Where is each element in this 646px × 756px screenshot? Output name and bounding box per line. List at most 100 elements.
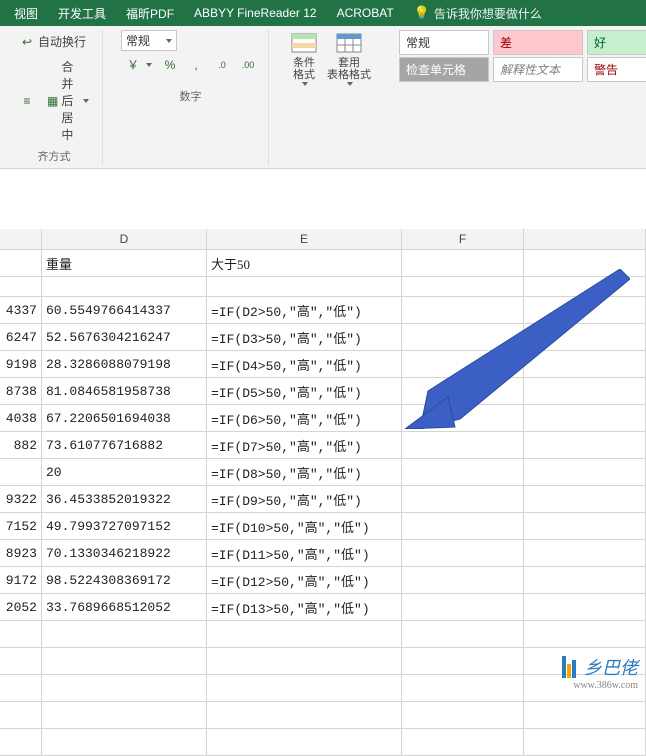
cell[interactable]: 33.7689668512052	[42, 594, 207, 620]
cell[interactable]	[524, 702, 646, 728]
cell[interactable]: 2052	[0, 594, 42, 620]
cell[interactable]	[524, 729, 646, 755]
tab-acrobat[interactable]: ACROBAT	[327, 2, 404, 24]
cell[interactable]	[402, 729, 524, 755]
style-bad[interactable]: 差	[493, 30, 583, 55]
style-explanatory[interactable]: 解释性文本	[493, 57, 583, 82]
spreadsheet[interactable]: D E F 重量大于50433760.5549766414337=IF(D2>5…	[0, 169, 646, 756]
table-row[interactable]: 433760.5549766414337=IF(D2>50,"高","低")	[0, 297, 646, 324]
cell[interactable]	[402, 513, 524, 539]
cell[interactable]	[402, 675, 524, 701]
tab-view[interactable]: 视图	[4, 1, 48, 26]
cell[interactable]	[402, 405, 524, 431]
cell[interactable]	[0, 675, 42, 701]
comma-button[interactable]: ,	[184, 55, 208, 75]
cell[interactable]	[402, 378, 524, 404]
cell[interactable]: =IF(D4>50,"高","低")	[207, 351, 402, 377]
cell[interactable]	[207, 648, 402, 674]
table-row[interactable]	[0, 648, 646, 675]
cell[interactable]	[0, 250, 42, 276]
cell[interactable]	[0, 459, 42, 485]
cell[interactable]: =IF(D12>50,"高","低")	[207, 567, 402, 593]
cell[interactable]: =IF(D3>50,"高","低")	[207, 324, 402, 350]
table-row[interactable]: 88273.610776716882=IF(D7>50,"高","低")	[0, 432, 646, 459]
table-row[interactable]: 403867.2206501694038=IF(D6>50,"高","低")	[0, 405, 646, 432]
cell[interactable]: =IF(D2>50,"高","低")	[207, 297, 402, 323]
cell[interactable]	[402, 324, 524, 350]
cell[interactable]: =IF(D7>50,"高","低")	[207, 432, 402, 458]
cell[interactable]	[402, 277, 524, 296]
cell[interactable]: 73.610776716882	[42, 432, 207, 458]
cell[interactable]: =IF(D10>50,"高","低")	[207, 513, 402, 539]
cell[interactable]	[402, 648, 524, 674]
col-header-D[interactable]: D	[42, 229, 207, 249]
col-header[interactable]	[0, 229, 42, 249]
cell[interactable]: 4337	[0, 297, 42, 323]
cell[interactable]	[524, 594, 646, 620]
cell[interactable]	[0, 702, 42, 728]
currency-button[interactable]: ￥	[121, 55, 156, 75]
cell[interactable]	[524, 486, 646, 512]
cell[interactable]	[42, 702, 207, 728]
format-as-table-button[interactable]: 套用 表格格式	[325, 30, 373, 86]
cell[interactable]: 20	[42, 459, 207, 485]
cell[interactable]: =IF(D5>50,"高","低")	[207, 378, 402, 404]
table-row[interactable]: 932236.4533852019322=IF(D9>50,"高","低")	[0, 486, 646, 513]
cell[interactable]: 70.1330346218922	[42, 540, 207, 566]
cell[interactable]	[402, 351, 524, 377]
style-good[interactable]: 好	[587, 30, 646, 55]
cell[interactable]	[42, 621, 207, 647]
cell[interactable]	[42, 729, 207, 755]
cell[interactable]: 882	[0, 432, 42, 458]
cell[interactable]	[524, 459, 646, 485]
cell[interactable]: 9322	[0, 486, 42, 512]
cell[interactable]	[0, 621, 42, 647]
cell[interactable]	[524, 277, 646, 296]
cell[interactable]	[207, 621, 402, 647]
style-normal[interactable]: 常规	[399, 30, 489, 55]
tell-me[interactable]: 💡 告诉我你想要做什么	[404, 1, 552, 26]
cell[interactable]	[207, 675, 402, 701]
percent-button[interactable]: %	[158, 55, 182, 75]
tab-abbyy[interactable]: ABBYY FineReader 12	[184, 2, 327, 24]
cell[interactable]	[524, 621, 646, 647]
style-warning[interactable]: 警告	[587, 57, 646, 82]
cell[interactable]: 60.5549766414337	[42, 297, 207, 323]
cell[interactable]	[524, 513, 646, 539]
table-row[interactable]: 重量大于50	[0, 250, 646, 277]
cell[interactable]	[402, 540, 524, 566]
cell[interactable]	[524, 351, 646, 377]
cell[interactable]: =IF(D8>50,"高","低")	[207, 459, 402, 485]
cell[interactable]	[402, 250, 524, 276]
cell[interactable]	[524, 324, 646, 350]
cell[interactable]	[0, 277, 42, 296]
cell[interactable]	[402, 621, 524, 647]
table-row[interactable]	[0, 277, 646, 297]
cell[interactable]	[402, 567, 524, 593]
cell[interactable]: 9198	[0, 351, 42, 377]
cell[interactable]	[42, 675, 207, 701]
table-row[interactable]: 919828.3286088079198=IF(D4>50,"高","低")	[0, 351, 646, 378]
cell[interactable]: 7152	[0, 513, 42, 539]
table-row[interactable]: 892370.1330346218922=IF(D11>50,"高","低")	[0, 540, 646, 567]
cell[interactable]	[402, 459, 524, 485]
decrease-decimal-button[interactable]: .00	[236, 55, 260, 75]
wrap-text-button[interactable]: ↩ 自动换行	[14, 30, 91, 53]
cell[interactable]: 49.7993727097152	[42, 513, 207, 539]
table-row[interactable]: 715249.7993727097152=IF(D10>50,"高","低")	[0, 513, 646, 540]
cell[interactable]: 9172	[0, 567, 42, 593]
cell[interactable]: 8923	[0, 540, 42, 566]
table-row[interactable]: 873881.0846581958738=IF(D5>50,"高","低")	[0, 378, 646, 405]
cell[interactable]	[402, 297, 524, 323]
cell[interactable]	[524, 297, 646, 323]
number-format-select[interactable]: 常规	[121, 30, 177, 51]
cell[interactable]: 8738	[0, 378, 42, 404]
style-check-cell[interactable]: 检查单元格	[399, 57, 489, 82]
cell[interactable]: 81.0846581958738	[42, 378, 207, 404]
cell[interactable]	[524, 540, 646, 566]
cell[interactable]	[402, 702, 524, 728]
cell[interactable]	[0, 729, 42, 755]
cell[interactable]: 28.3286088079198	[42, 351, 207, 377]
cell[interactable]: =IF(D6>50,"高","低")	[207, 405, 402, 431]
table-row[interactable]	[0, 675, 646, 702]
